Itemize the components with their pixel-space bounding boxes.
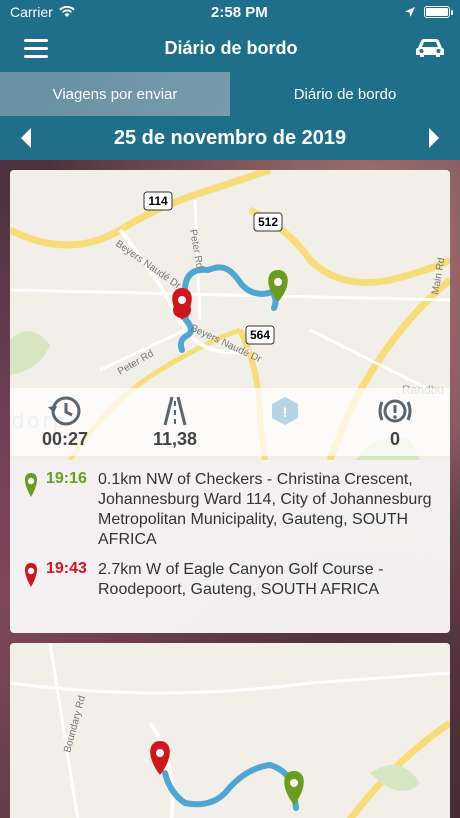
start-address: 0.1km NW of Checkers - Christina Crescen… xyxy=(98,471,432,548)
tab-label: Diário de bordo xyxy=(293,85,397,103)
tab-bar: Viagens por enviar Diário de bordo xyxy=(0,72,460,116)
duration-value: 00:27 xyxy=(41,428,89,449)
car-icon[interactable] xyxy=(414,36,446,60)
harsh-events-value: 0 xyxy=(389,428,400,449)
previous-day-button[interactable] xyxy=(18,126,34,150)
wifi-icon xyxy=(59,6,75,17)
top-bar: Carrier 2:58 PM Diário de bordo xyxy=(0,0,460,72)
svg-text:!: ! xyxy=(283,404,288,420)
road-shield-512: 512 xyxy=(258,215,278,229)
carrier-label: Carrier xyxy=(10,4,53,20)
status-bar: Carrier 2:58 PM xyxy=(0,0,460,24)
clock-icon xyxy=(48,396,81,425)
distance-value: 11,38 xyxy=(152,428,198,449)
current-date: 25 de novembro de 2019 xyxy=(113,126,347,149)
trip-addresses: 19:16 0.1km NW of Checkers - Christina C… xyxy=(10,470,450,610)
tab-pending-trips[interactable]: Viagens por enviar xyxy=(0,72,230,116)
stat-harsh-events: 0 xyxy=(355,395,435,450)
trip-card[interactable]: 114 512 564 Peter Rd Beyers Naudé Dr Bey… xyxy=(10,170,450,633)
end-location: 19:43 2.7km W of Eagle Canyon Golf Cours… xyxy=(22,560,438,600)
status-time: 2:58 PM xyxy=(211,3,268,21)
end-pin-icon xyxy=(172,288,192,320)
start-pin-icon xyxy=(24,473,38,497)
start-location: 19:16 0.1km NW of Checkers - Christina C… xyxy=(22,470,438,550)
start-time: 19:16 xyxy=(46,470,87,487)
date-navigator: 25 de novembro de 2019 xyxy=(0,116,460,160)
next-day-button[interactable] xyxy=(426,126,442,150)
stat-distance: 11,38 xyxy=(135,395,215,450)
stat-badge: ! 0 xyxy=(245,395,325,450)
end-pin-icon xyxy=(24,563,38,587)
tab-label: Viagens por enviar xyxy=(52,85,178,103)
page-title: Diário de bordo xyxy=(164,37,298,58)
road-shield-114: 114 xyxy=(148,194,168,208)
trip-map[interactable]: Boundary Rd xyxy=(10,643,450,818)
tab-logbook[interactable]: Diário de bordo xyxy=(230,72,460,116)
menu-icon[interactable] xyxy=(24,38,48,58)
shield-icon: ! xyxy=(272,396,298,425)
stat-duration: 00:27 xyxy=(25,395,105,450)
brake-warning-icon xyxy=(378,399,412,422)
trip-stats: 00:27 11,38 ! 0 0 xyxy=(10,388,450,456)
trip-card[interactable]: Boundary Rd xyxy=(10,643,450,818)
end-time: 19:43 xyxy=(46,560,87,577)
road-shield-564: 564 xyxy=(250,328,270,342)
end-address: 2.7km W of Eagle Canyon Golf Course - Ro… xyxy=(98,561,384,598)
location-arrow-icon xyxy=(404,7,415,17)
battery-icon xyxy=(423,6,453,18)
road-icon xyxy=(163,396,187,425)
